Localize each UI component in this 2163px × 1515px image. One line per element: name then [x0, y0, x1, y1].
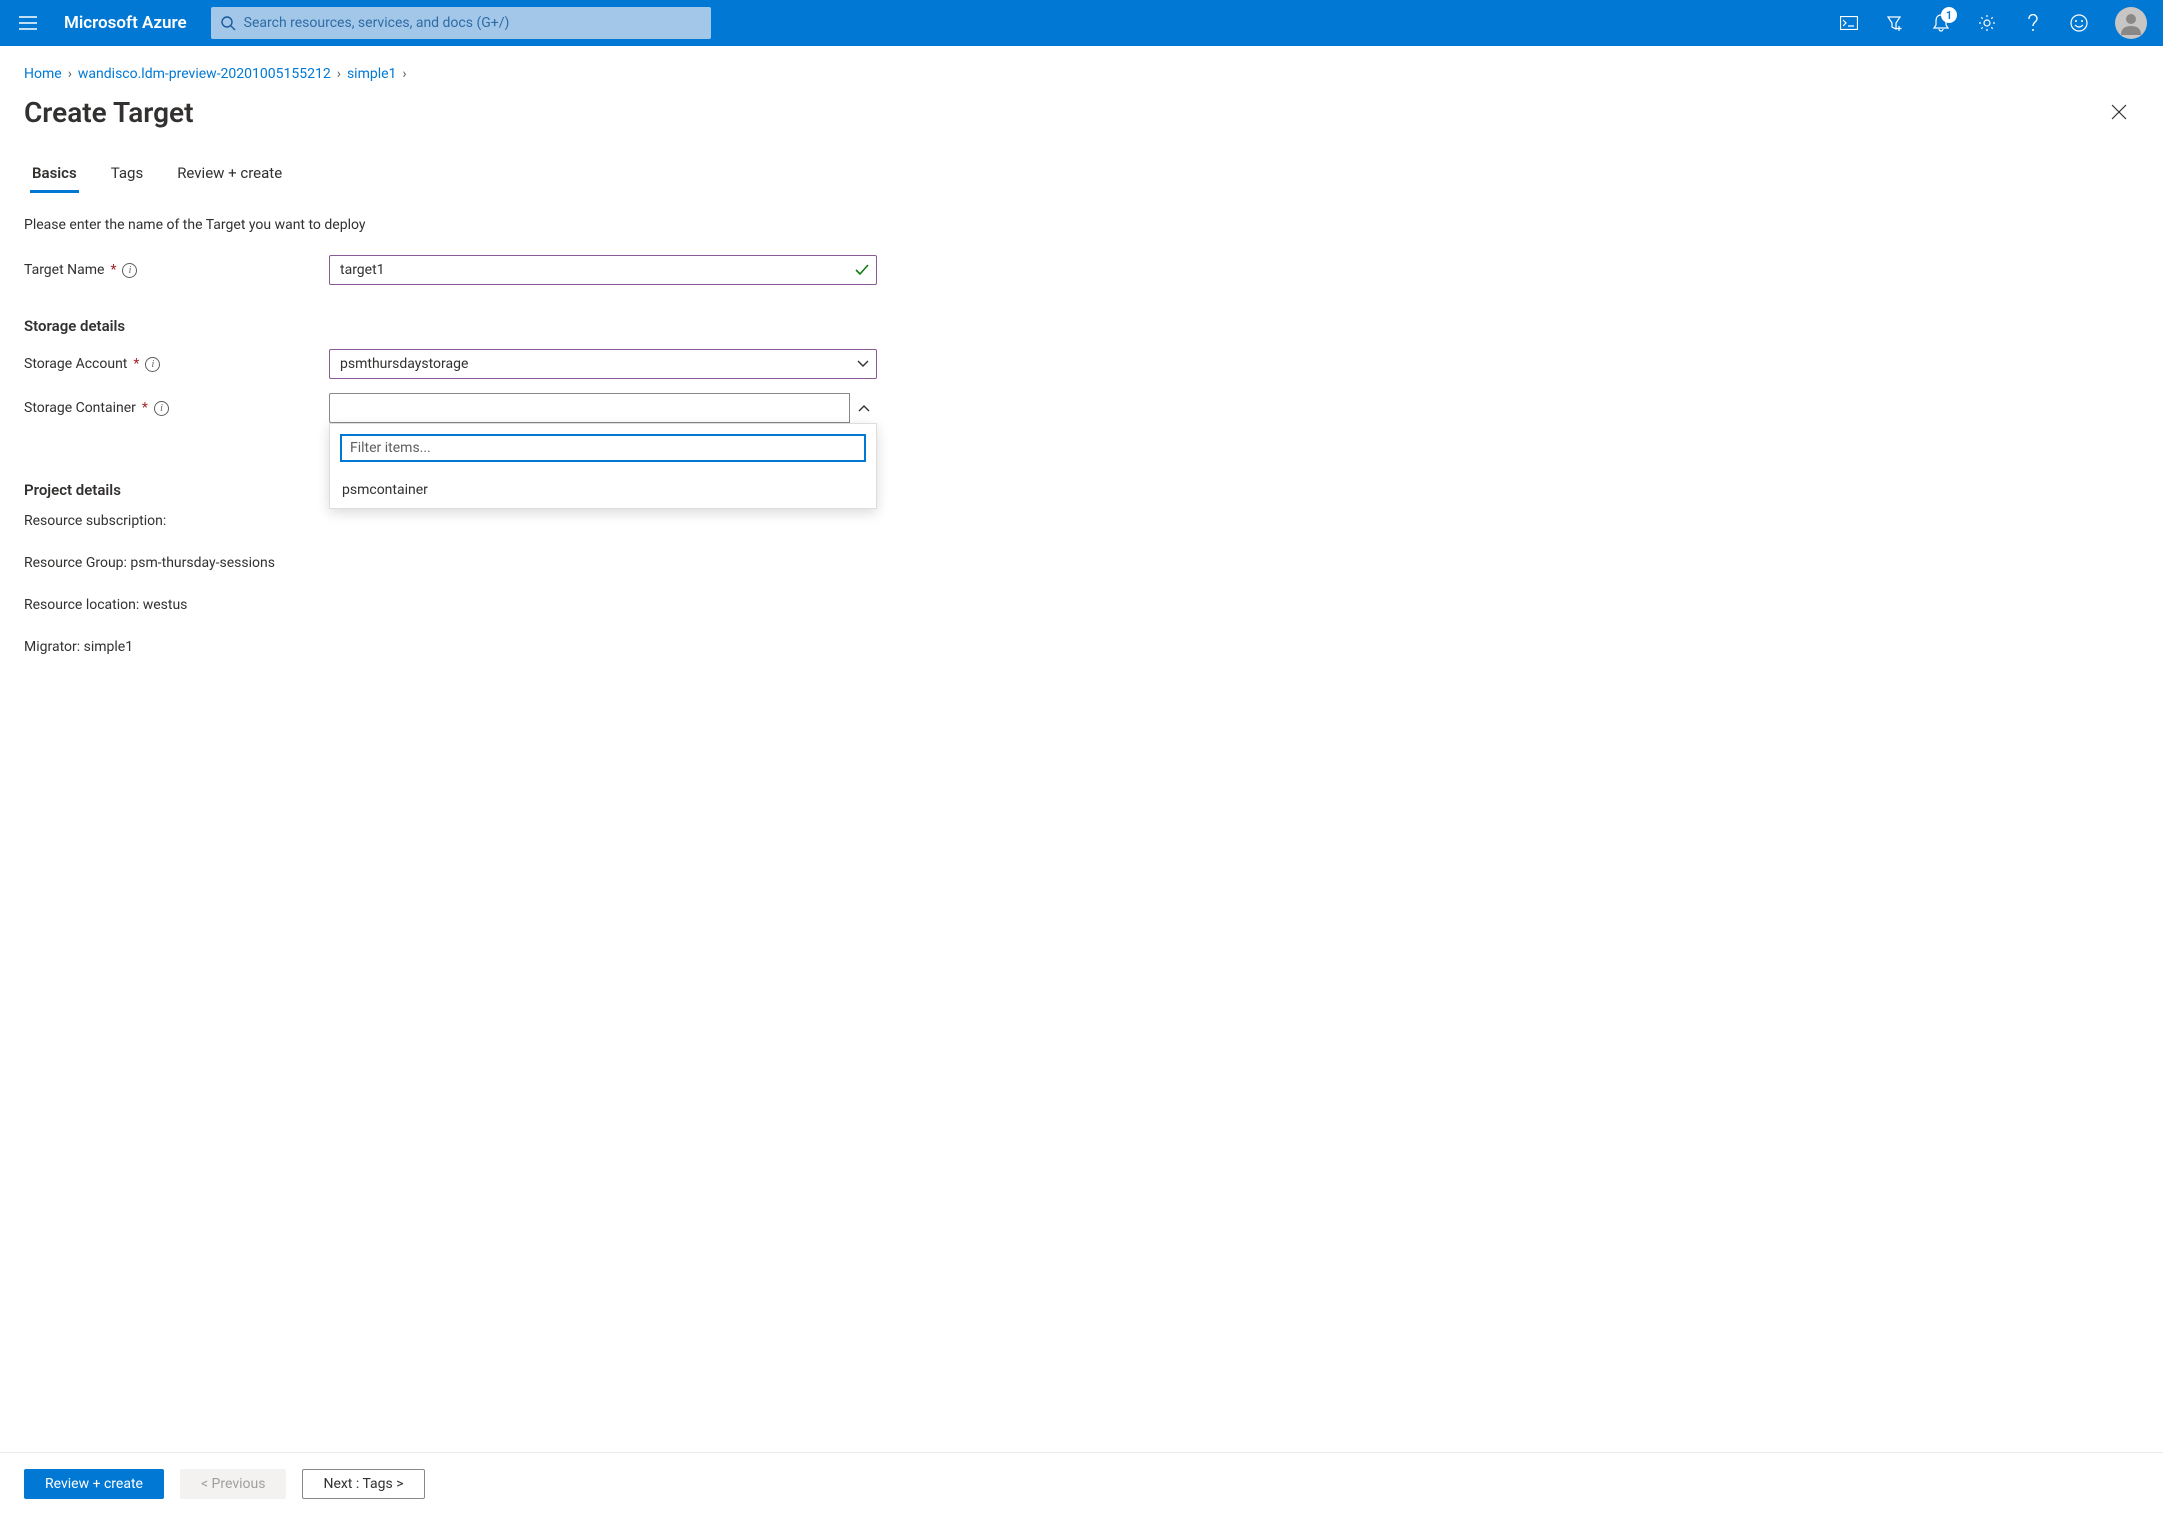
label-text: Storage Account — [24, 356, 127, 372]
settings-button[interactable] — [1965, 1, 2009, 45]
storage-container-select[interactable] — [329, 393, 877, 423]
tab-review-create[interactable]: Review + create — [175, 156, 284, 193]
info-icon[interactable]: i — [154, 401, 169, 416]
topbar-icon-group: 1 — [1827, 1, 2155, 45]
tabs: Basics Tags Review + create — [0, 156, 2163, 193]
global-search[interactable] — [211, 7, 711, 39]
required-star-icon: * — [142, 400, 148, 416]
resource-subscription-line: Resource subscription: — [24, 513, 1076, 529]
notification-count-badge: 1 — [1941, 7, 1957, 23]
help-button[interactable] — [2011, 1, 2055, 45]
chevron-up-icon — [858, 404, 870, 412]
chevron-right-icon: › — [68, 66, 72, 82]
checkmark-icon — [855, 264, 869, 276]
breadcrumb: Home › wandisco.ldm-preview-202010051552… — [0, 46, 2163, 88]
cloud-shell-button[interactable] — [1827, 1, 1871, 45]
label-storage-container: Storage Container * i — [24, 400, 329, 416]
cloud-shell-icon — [1840, 16, 1858, 30]
help-icon — [2027, 14, 2039, 32]
breadcrumb-link-home[interactable]: Home — [24, 66, 62, 82]
info-icon[interactable]: i — [145, 357, 160, 372]
close-icon — [2111, 104, 2127, 120]
review-create-button[interactable]: Review + create — [24, 1469, 164, 1499]
chevron-right-icon: › — [402, 66, 406, 82]
label-target-name: Target Name * i — [24, 262, 329, 278]
tab-tags[interactable]: Tags — [109, 156, 145, 193]
page-title-row: Create Target — [0, 88, 2163, 156]
tab-basics[interactable]: Basics — [30, 156, 79, 193]
brand-label: Microsoft Azure — [56, 13, 203, 33]
breadcrumb-link-simple1[interactable]: simple1 — [347, 66, 396, 82]
dropdown-toggle[interactable] — [849, 349, 877, 379]
notifications-button[interactable]: 1 — [1919, 1, 1963, 45]
top-bar: Microsoft Azure 1 — [0, 0, 2163, 46]
footer-bar: Review + create < Previous Next : Tags > — [0, 1452, 2163, 1515]
chevron-right-icon: › — [337, 66, 341, 82]
close-button[interactable] — [2099, 92, 2139, 132]
resource-group-line: Resource Group: psm-thursday-sessions — [24, 555, 1076, 571]
row-storage-account: Storage Account * i — [24, 349, 1076, 379]
intro-text: Please enter the name of the Target you … — [24, 217, 1076, 233]
row-storage-container: Storage Container * i psmcontainer — [24, 393, 1076, 423]
required-star-icon: * — [133, 356, 139, 372]
storage-account-select[interactable] — [329, 349, 877, 379]
info-icon[interactable]: i — [122, 263, 137, 278]
next-button[interactable]: Next : Tags > — [302, 1469, 424, 1499]
required-star-icon: * — [110, 262, 116, 278]
dropdown-filter-input[interactable] — [340, 434, 866, 462]
section-storage-details: Storage details — [24, 317, 1076, 335]
search-icon — [221, 16, 236, 31]
chevron-down-icon — [857, 360, 869, 368]
page-title: Create Target — [24, 96, 2099, 129]
target-name-input[interactable] — [329, 255, 877, 285]
directory-filter-button[interactable] — [1873, 1, 1917, 45]
migrator-line: Migrator: simple1 — [24, 639, 1076, 655]
dropdown-option-psmcontainer[interactable]: psmcontainer — [330, 472, 876, 508]
label-storage-account: Storage Account * i — [24, 356, 329, 372]
feedback-button[interactable] — [2057, 1, 2101, 45]
hamburger-menu-button[interactable] — [8, 3, 48, 43]
account-avatar[interactable] — [2115, 7, 2147, 39]
label-text: Target Name — [24, 262, 104, 278]
hamburger-icon — [19, 16, 37, 30]
resource-location-line: Resource location: westus — [24, 597, 1076, 613]
storage-container-dropdown: psmcontainer — [329, 423, 877, 509]
row-target-name: Target Name * i — [24, 255, 1076, 285]
dropdown-toggle[interactable] — [849, 393, 877, 423]
gear-icon — [1978, 14, 1996, 32]
smiley-icon — [2070, 14, 2088, 32]
breadcrumb-link-resource[interactable]: wandisco.ldm-preview-20201005155212 — [78, 66, 331, 82]
search-input[interactable] — [244, 15, 701, 31]
form-body: Please enter the name of the Target you … — [0, 193, 1100, 677]
filter-icon — [1886, 14, 1904, 32]
label-text: Storage Container — [24, 400, 136, 416]
person-icon — [2119, 11, 2143, 35]
previous-button: < Previous — [180, 1469, 286, 1499]
